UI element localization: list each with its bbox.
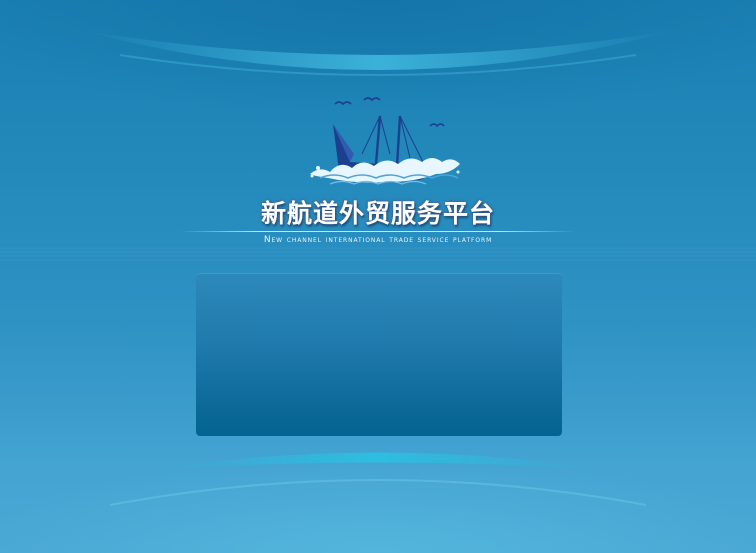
page-subtitle: New channel international trade service … [263,235,493,245]
login-panel [196,273,562,436]
title-divider [180,231,576,232]
page-title: 新航道外贸服务平台 [260,199,495,228]
sailing-ship-icon [300,92,470,200]
